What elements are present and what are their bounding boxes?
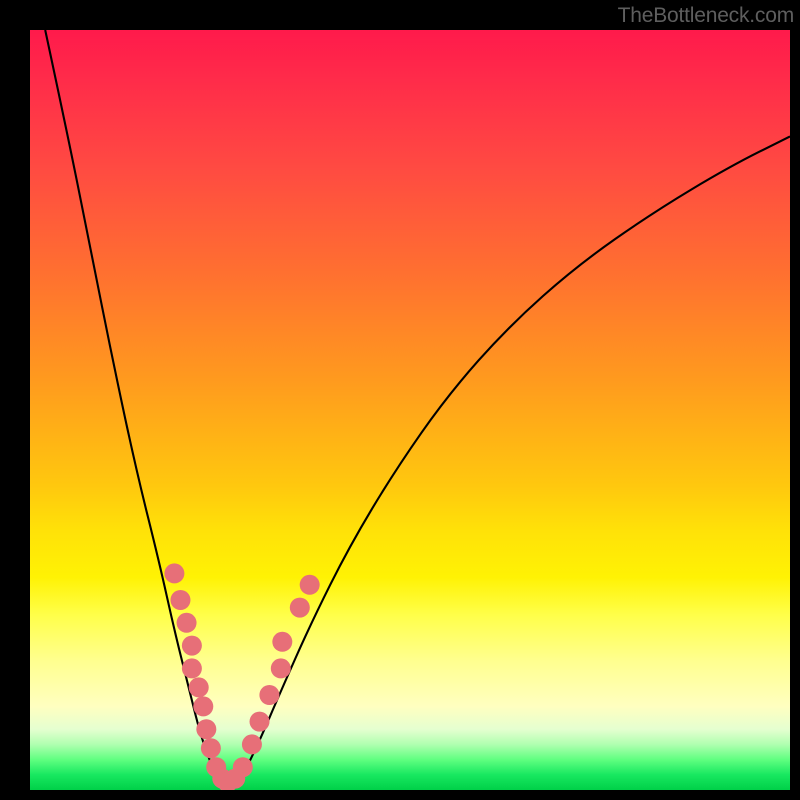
watermark-text: TheBottleneck.com — [618, 4, 794, 28]
data-marker — [259, 685, 279, 705]
data-marker — [196, 719, 216, 739]
data-marker — [250, 712, 270, 732]
bottleneck-curve — [45, 30, 790, 789]
chart-svg — [30, 30, 790, 790]
data-marker — [170, 590, 190, 610]
data-marker — [272, 632, 292, 652]
data-marker — [290, 598, 310, 618]
marker-group — [164, 563, 319, 790]
data-marker — [271, 658, 291, 678]
data-marker — [233, 757, 253, 777]
data-marker — [242, 734, 262, 754]
plot-area — [30, 30, 790, 790]
chart-frame: TheBottleneck.com — [0, 0, 800, 800]
data-marker — [182, 658, 202, 678]
data-marker — [193, 696, 213, 716]
data-marker — [182, 636, 202, 656]
data-marker — [164, 563, 184, 583]
data-marker — [189, 677, 209, 697]
data-marker — [201, 738, 221, 758]
data-marker — [300, 575, 320, 595]
data-marker — [177, 613, 197, 633]
